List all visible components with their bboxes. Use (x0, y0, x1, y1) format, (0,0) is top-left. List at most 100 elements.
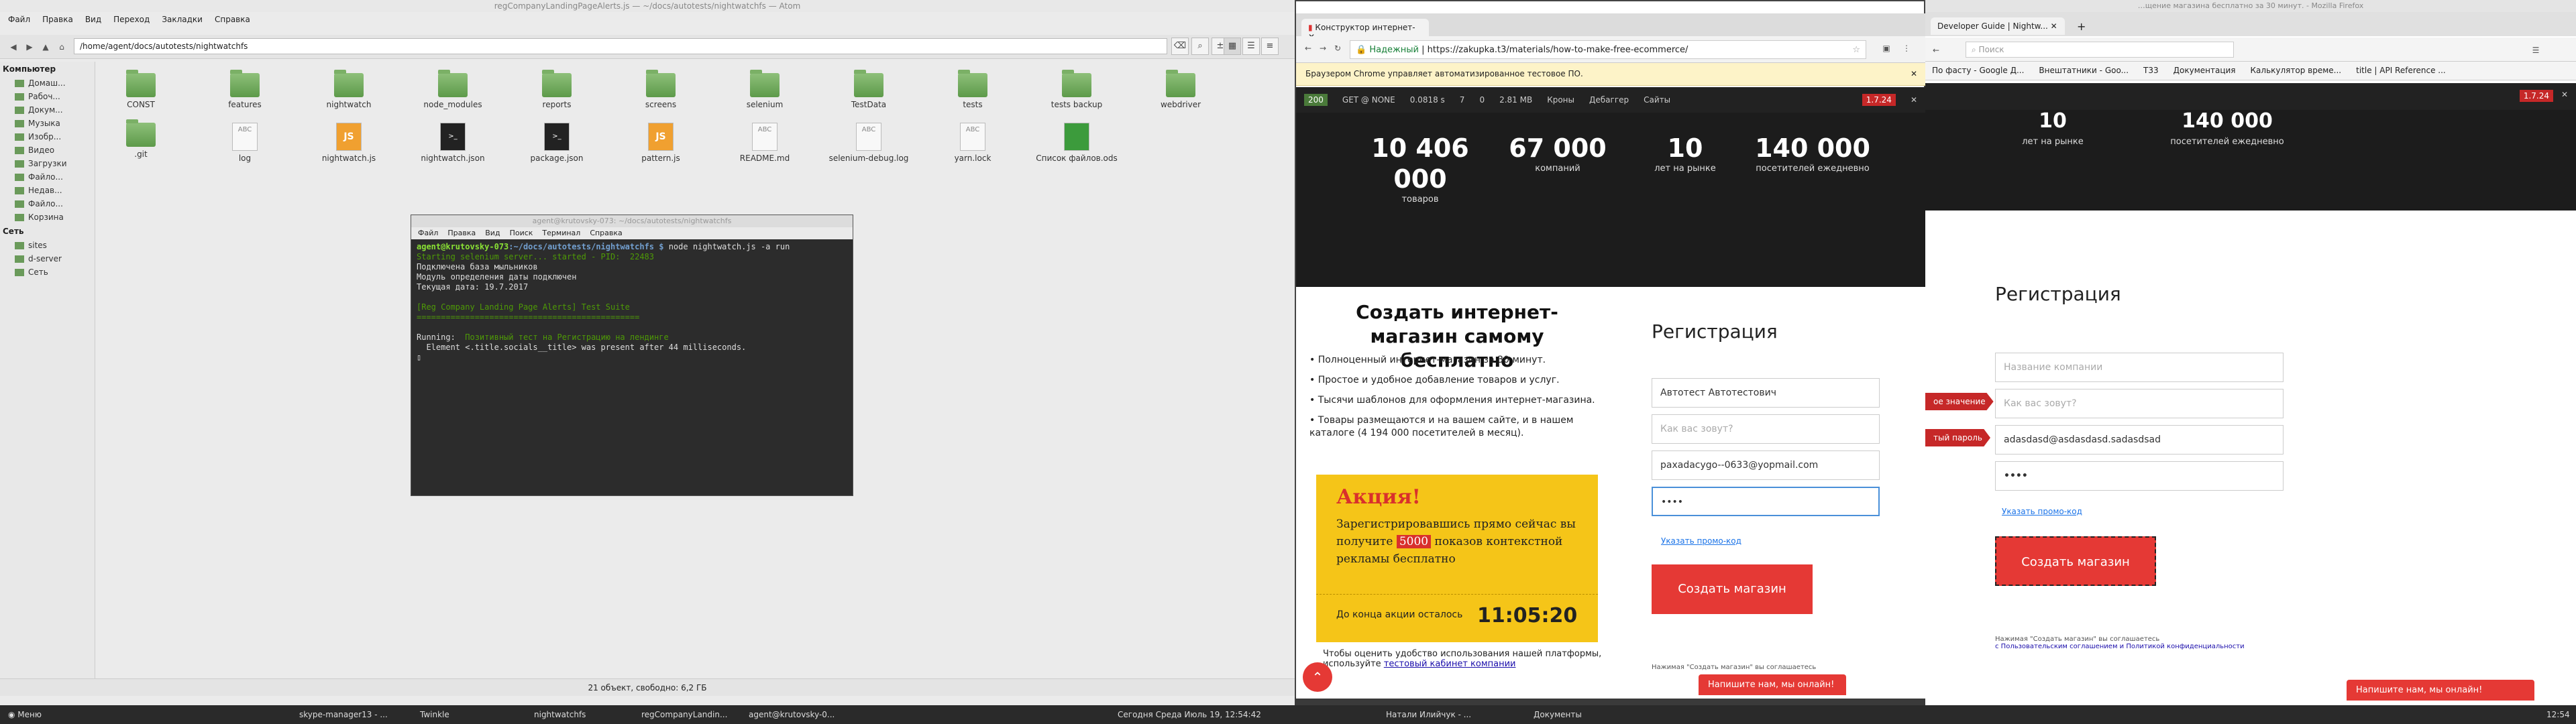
debug-time[interactable]: 0.0818 s (1410, 95, 1445, 105)
sidebar-item-home[interactable]: Домаш... (0, 76, 95, 90)
terminal-menu-item[interactable]: Терминал (542, 227, 580, 239)
debug-debugger[interactable]: Дебаггер (1589, 95, 1629, 105)
menu-dots-icon[interactable]: ⋮ (1900, 41, 1913, 56)
reload-icon[interactable]: ↻ (1331, 41, 1344, 56)
search-icon[interactable]: ⌕ (1191, 38, 1209, 55)
close-icon[interactable]: ✕ (2561, 90, 2568, 99)
promo-code-link[interactable]: Указать промо-код (1661, 536, 1741, 546)
menu-edit[interactable]: Правка (42, 15, 73, 27)
sidebar-item-sites[interactable]: sites (0, 239, 95, 252)
debug-queries[interactable]: 7 (1460, 95, 1465, 105)
back-icon[interactable]: ← (1301, 41, 1315, 56)
terminal-window[interactable]: agent@krutovsky-073: ~/docs/autotests/ni… (411, 215, 853, 496)
folder-item[interactable]: nightwatch (305, 70, 392, 109)
grid-view-icon[interactable]: ▦ (1224, 38, 1241, 55)
folder-item[interactable]: tests backup (1033, 70, 1120, 109)
file-item[interactable]: .git (97, 119, 184, 159)
folder-item[interactable]: selenium (721, 70, 808, 109)
name-field[interactable]: Как вас зовут? (1995, 389, 2284, 418)
menu-bookmarks[interactable]: Закладки (162, 15, 203, 27)
taskbar-item[interactable]: regCompanyLandin... (637, 708, 738, 721)
scroll-top-button[interactable]: ⌃ (1303, 662, 1332, 692)
firefox-tab-active[interactable]: Developer Guide | Nightw... ✕ (1931, 17, 2065, 35)
extension-icon[interactable]: ▣ (1880, 41, 1893, 56)
password-field[interactable]: •••• (1652, 487, 1880, 516)
company-name-field[interactable]: Автотест Автотестович (1652, 378, 1880, 408)
chat-widget[interactable]: Напишите нам, мы онлайн! (2347, 680, 2534, 701)
folder-item[interactable]: CONST (97, 70, 184, 109)
folder-item[interactable]: screens (617, 70, 704, 109)
clock-label[interactable]: Сегодня Среда Июль 19, 12:54:42 (1114, 708, 1265, 721)
up-icon[interactable]: ▲ (39, 40, 52, 54)
folder-item[interactable]: node_modules (409, 70, 496, 109)
chrome-tab-active[interactable]: ▮ Конструктор интернет- ✕ (1301, 19, 1429, 42)
bookmark-item[interactable]: Т33 (2143, 66, 2159, 76)
sidebar-item-filesystem-2[interactable]: Файло... (0, 197, 95, 210)
sidebar-item-documents[interactable]: Докум... (0, 103, 95, 117)
tray-time[interactable]: 12:54 (2542, 708, 2574, 721)
folder-item[interactable]: tests (929, 70, 1016, 109)
bookmark-item[interactable]: Внештатники - Goo... (2039, 66, 2129, 76)
back-icon[interactable]: ◀ (7, 40, 20, 54)
path-input[interactable]: /home/agent/docs/autotests/nightwatchfs (74, 38, 1167, 54)
menu-help[interactable]: Справка (215, 15, 250, 27)
promo-code-link[interactable]: Указать промо-код (2002, 507, 2082, 516)
sidebar-item-downloads[interactable]: Загрузки (0, 157, 95, 170)
email-field[interactable]: paxadacygo--0633@yopmail.com (1652, 450, 1880, 480)
sidebar-item-videos[interactable]: Видео (0, 143, 95, 157)
debug-crons[interactable]: Кроны (1547, 95, 1574, 105)
sidebar-item-recent[interactable]: Недав... (0, 184, 95, 197)
menu-file[interactable]: Файл (8, 15, 30, 27)
new-tab-icon[interactable]: + (2077, 20, 2086, 33)
forward-icon[interactable]: ▶ (23, 40, 36, 54)
bookmark-item[interactable]: По фасту - Google Д... (1932, 66, 2024, 76)
back-icon[interactable]: ← (1929, 43, 1943, 58)
file-item[interactable]: ABC selenium-debug.log (825, 123, 912, 163)
create-shop-button[interactable]: Создать магазин (1995, 536, 2156, 586)
terminal-menu-item[interactable]: Правка (447, 227, 476, 239)
close-icon[interactable]: ✕ (1911, 95, 1917, 105)
list-view-icon[interactable]: ☰ (1242, 38, 1260, 55)
taskbar-item[interactable]: Twinkle (416, 708, 517, 721)
taskbar-item[interactable]: agent@krutovsky-0... (745, 708, 845, 721)
taskbar-item[interactable]: nightwatchfs (530, 708, 631, 721)
menu-view[interactable]: Вид (85, 15, 101, 27)
file-item[interactable]: ABC yarn.lock (929, 123, 1016, 163)
sidebar-item-d-server[interactable]: d-server (0, 252, 95, 265)
folder-item[interactable]: features (201, 70, 288, 109)
file-item[interactable]: JS pattern.js (617, 123, 704, 163)
bookmark-item[interactable]: title | API Reference ... (2356, 66, 2446, 76)
clear-path-icon[interactable]: ⌫ (1171, 38, 1189, 55)
file-item[interactable]: ABC log (201, 123, 288, 163)
bookmark-item[interactable]: Калькулятор време... (2251, 66, 2342, 76)
terminal-menu-item[interactable]: Вид (485, 227, 500, 239)
taskbar-item[interactable]: Натали Илийчук - ... (1382, 708, 1516, 721)
start-menu-button[interactable]: ◉ Меню (4, 708, 46, 721)
file-item[interactable]: Список файлов.ods (1033, 123, 1120, 163)
menu-go[interactable]: Переход (113, 15, 150, 27)
sidebar-item-filesystem[interactable]: Файло... (0, 170, 95, 184)
sidebar-item-desktop[interactable]: Рабоч... (0, 90, 95, 103)
bookmark-item[interactable]: Документация (2174, 66, 2236, 76)
forward-icon[interactable]: → (1316, 41, 1330, 56)
search-input[interactable]: ⌕ Поиск (1966, 42, 2234, 58)
debug-memory[interactable]: 2.81 MB (1499, 95, 1532, 105)
password-field[interactable]: •••• (1995, 461, 2284, 491)
debug-sites[interactable]: Сайты (1644, 95, 1670, 105)
create-shop-button[interactable]: Создать магазин (1652, 564, 1813, 614)
email-field[interactable]: adasdasd@asdasdasd.sadasdsad (1995, 425, 2284, 455)
sidebar-item-pictures[interactable]: Изобр... (0, 130, 95, 143)
name-field[interactable]: Как вас зовут? (1652, 414, 1880, 444)
file-item[interactable]: >_ package.json (513, 123, 600, 163)
file-item[interactable]: JS nightwatch.js (305, 123, 392, 163)
file-item[interactable]: ABC README.md (721, 123, 808, 163)
terminal-menu-item[interactable]: Файл (418, 227, 438, 239)
close-icon[interactable]: ✕ (1911, 69, 1917, 78)
taskbar-item[interactable]: Документы (1529, 708, 1630, 721)
file-item[interactable]: >_ nightwatch.json (409, 123, 496, 163)
folder-item[interactable]: webdriver (1137, 70, 1224, 109)
debug-method[interactable]: GET @ NONE (1342, 95, 1395, 105)
menu-icon[interactable]: ☰ (2529, 43, 2542, 58)
folder-item[interactable]: reports (513, 70, 600, 109)
sidebar-item-network[interactable]: Сеть (0, 265, 95, 279)
